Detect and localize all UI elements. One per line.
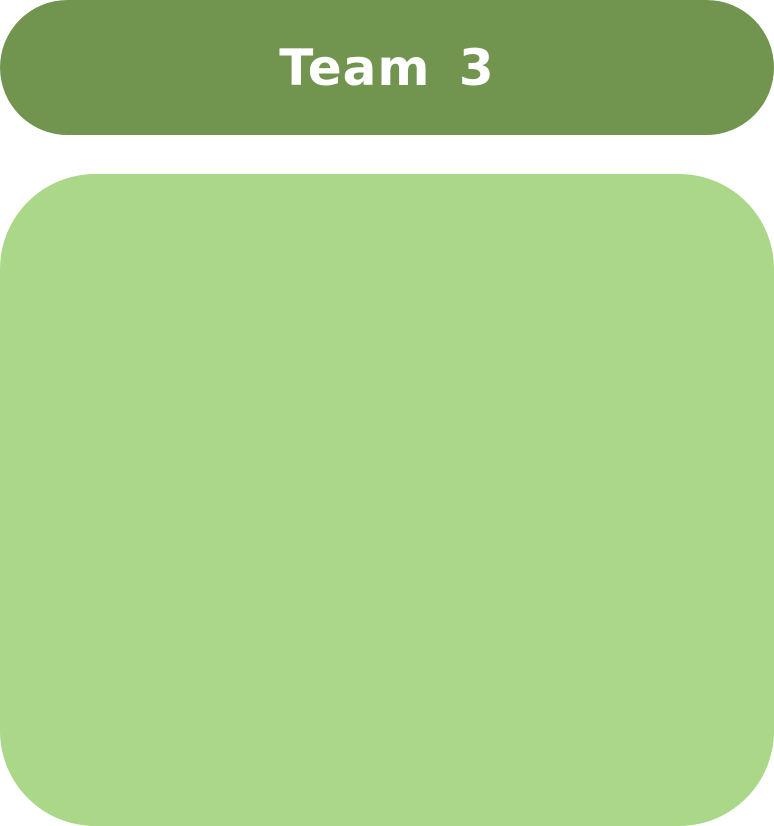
team-content-panel (0, 174, 774, 826)
team-header-banner: Team 3 (0, 0, 774, 135)
team-title: Team 3 (279, 38, 495, 97)
team-card: Team 3 (0, 0, 774, 826)
